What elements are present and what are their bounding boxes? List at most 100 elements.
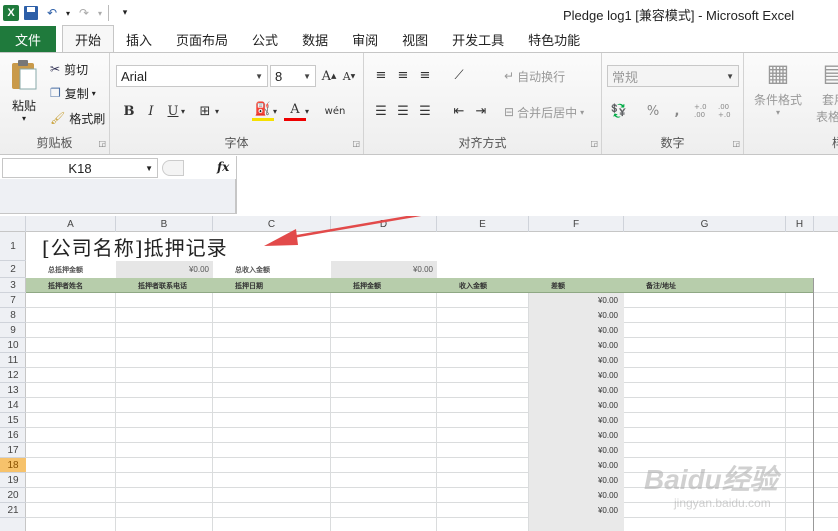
table-format-icon: ▤	[822, 59, 838, 87]
clipboard-icon	[12, 60, 37, 90]
italic-button[interactable]: I	[140, 101, 162, 121]
scissors-icon: ✂	[50, 62, 61, 76]
currency-icon[interactable]: 💱	[608, 101, 630, 121]
alignment-launcher-icon[interactable]: ◲	[590, 139, 598, 148]
redo-icon[interactable]: ↷	[75, 4, 93, 22]
tab-features[interactable]: 特色功能	[516, 26, 592, 52]
formula-bar: K18 ▼ fx	[0, 156, 838, 216]
copy-button[interactable]: ❐ 复制 ▾	[50, 83, 96, 103]
tab-file[interactable]: 文件	[0, 26, 56, 52]
merge-center-button[interactable]: ⊟ 合并后居中 ▾	[504, 102, 584, 122]
font-group-label: 字体	[224, 136, 249, 150]
merge-center-label: 合并后居中	[517, 105, 578, 120]
cut-button[interactable]: ✂ 剪切	[50, 59, 88, 79]
watermark-url: jingyan.baidu.com	[674, 496, 771, 510]
align-center-icon[interactable]: ☰	[392, 101, 414, 121]
grow-font-button[interactable]: A ▲	[318, 66, 340, 86]
tab-formulas[interactable]: 公式	[240, 26, 290, 52]
table-format-label-2: 表格格	[815, 110, 838, 124]
title-bar: X ↶ ▾ ↷ ▾ ▾ Pledge log1 [兼容模式] - Microso…	[0, 0, 838, 26]
copy-dropdown-icon[interactable]: ▾	[92, 89, 96, 98]
tab-home[interactable]: 开始	[62, 25, 115, 52]
undo-dropdown-icon[interactable]: ▾	[64, 4, 72, 22]
tab-page-layout[interactable]: 页面布局	[164, 26, 240, 52]
clipboard-group: 粘贴 ▾ ✂ 剪切 ❐ 复制 ▾ 🖌 格式刷 剪贴板 ◲	[0, 53, 110, 154]
ribbon: 粘贴 ▾ ✂ 剪切 ❐ 复制 ▾ 🖌 格式刷 剪贴板 ◲ Arial ▼ 8 ▼ A…	[0, 52, 838, 155]
align-right-icon[interactable]: ☰	[414, 101, 436, 121]
decrease-indent-icon[interactable]: ⇤	[448, 101, 470, 121]
copy-icon: ❐	[50, 86, 61, 100]
font-group: Arial ▼ 8 ▼ A ▲ A ▼ B I U ▾ ⊞ ▾ ⛽ ▾ A ▾ wén …	[110, 53, 364, 154]
excel-logo-icon[interactable]: X	[3, 5, 19, 21]
conditional-format-button[interactable]: ▦ 条件格式 ▾	[750, 59, 806, 117]
number-format-value: 常规	[612, 69, 639, 85]
align-middle-icon[interactable]: ≡	[392, 65, 414, 85]
tab-developer[interactable]: 开发工具	[440, 26, 516, 52]
font-size-select[interactable]: 8 ▼	[270, 65, 316, 87]
styles-group: ▦ 条件格式 ▾ ▤ 套用 表格格 样	[744, 53, 838, 154]
decrease-decimal-button[interactable]: .00 +.0	[718, 101, 738, 121]
cut-label: 剪切	[64, 62, 89, 77]
format-painter-label: 格式刷	[69, 111, 106, 126]
undo-icon[interactable]: ↶	[43, 4, 61, 22]
number-group-label: 数字	[660, 136, 685, 150]
number-group: 常规 ▼ 💱 % , +.0 .00 .00 +.0 数字 ◲	[602, 53, 744, 154]
fill-color-dropdown-icon[interactable]: ▾	[270, 101, 280, 121]
insert-function-icon[interactable]: fx	[217, 160, 229, 174]
shrink-font-button[interactable]: A ▼	[338, 66, 360, 86]
tab-view[interactable]: 视图	[390, 26, 440, 52]
name-box-value: K18	[68, 160, 92, 176]
name-box[interactable]: K18 ▼	[2, 158, 158, 178]
paste-label: 粘贴	[11, 99, 36, 113]
number-format-select[interactable]: 常规 ▼	[607, 65, 739, 87]
alignment-group-label: 对齐方式	[458, 136, 507, 150]
watermark-brand: Baidu经验	[644, 464, 778, 495]
percent-button[interactable]: %	[642, 101, 664, 121]
align-left-icon[interactable]: ☰	[370, 101, 392, 121]
copy-label: 复制	[64, 86, 89, 101]
font-launcher-icon[interactable]: ◲	[352, 139, 360, 148]
borders-dropdown-icon[interactable]: ▾	[212, 101, 222, 121]
merge-icon: ⊟	[504, 105, 515, 119]
tab-data[interactable]: 数据	[290, 26, 340, 52]
formula-bar-grip[interactable]	[162, 160, 184, 176]
format-as-table-button[interactable]: ▤ 套用 表格格	[814, 59, 838, 125]
font-size-value: 8	[275, 68, 283, 84]
qat-separator	[108, 5, 109, 21]
chevron-down-icon[interactable]: ▼	[145, 164, 153, 173]
align-top-icon[interactable]: ≡	[370, 65, 392, 85]
tab-insert[interactable]: 插入	[114, 26, 164, 52]
alignment-group: ≡ ≡ ≡ ⟋ ↵ 自动换行 ☰ ☰ ☰ ⇤ ⇥ ⊟ 合并后居中 ▾ 对齐方式 …	[364, 53, 602, 154]
paste-button[interactable]: 粘贴 ▾	[6, 59, 42, 123]
formula-divider	[236, 156, 237, 214]
underline-dropdown-icon[interactable]: ▾	[178, 101, 188, 121]
phonetic-icon[interactable]: wén	[324, 101, 346, 121]
chevron-down-icon: ▼	[303, 71, 311, 81]
ribbon-tabs: 文件 开始 插入 页面布局 公式 数据 审阅 视图 开发工具 特色功能	[0, 25, 838, 52]
number-launcher-icon[interactable]: ◲	[732, 139, 740, 148]
clipboard-launcher-icon[interactable]: ◲	[98, 139, 106, 148]
save-icon[interactable]	[22, 4, 40, 22]
tab-review[interactable]: 审阅	[340, 26, 390, 52]
formula-input-area[interactable]	[0, 179, 236, 214]
bold-button[interactable]: B	[118, 101, 140, 121]
paste-dropdown-icon[interactable]: ▾	[22, 114, 26, 123]
align-bottom-icon[interactable]: ≡	[414, 65, 436, 85]
conditional-format-icon: ▦	[766, 59, 790, 87]
wrap-text-button[interactable]: ↵ 自动换行	[504, 66, 565, 86]
font-name-select[interactable]: Arial ▼	[116, 65, 268, 87]
paintbrush-icon: 🖌	[50, 111, 66, 125]
increase-indent-icon[interactable]: ⇥	[470, 101, 492, 121]
wrap-text-label: 自动换行	[517, 69, 566, 84]
wrap-text-icon: ↵	[504, 69, 515, 83]
font-color-dropdown-icon[interactable]: ▾	[302, 101, 312, 121]
format-painter-button[interactable]: 🖌 格式刷	[50, 108, 105, 128]
comma-button[interactable]: ,	[666, 101, 688, 121]
styles-group-label: 样	[831, 136, 838, 150]
orientation-icon[interactable]: ⟋	[448, 65, 470, 85]
customize-qat-icon[interactable]: ▾	[116, 4, 134, 22]
merge-dropdown-icon[interactable]: ▾	[580, 108, 584, 117]
redo-dropdown-icon[interactable]: ▾	[96, 4, 104, 22]
increase-decimal-button[interactable]: +.0 .00	[694, 101, 714, 121]
chevron-down-icon: ▼	[726, 71, 734, 81]
